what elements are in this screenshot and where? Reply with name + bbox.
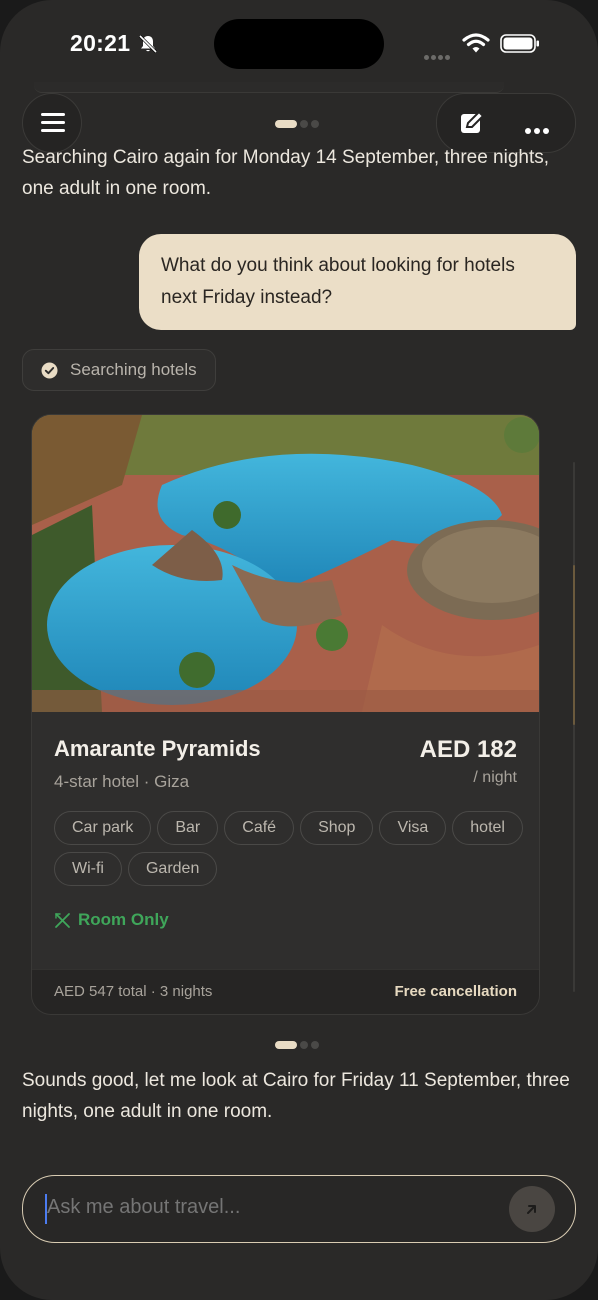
utensils-crossed-icon [55,912,70,928]
send-button[interactable] [509,1186,555,1232]
compose-icon[interactable] [459,110,485,136]
more-icon[interactable] [525,121,552,139]
page-dot [311,119,319,128]
carousel-indicator [275,1036,319,1054]
status-time: 20:21 [70,30,131,56]
amenity-tag: hotel [452,811,523,845]
chat-input-bar [22,1175,576,1243]
chat-input[interactable] [47,1196,487,1219]
previous-content-edge [34,82,504,93]
tool-status-label: Searching hotels [70,360,197,379]
check-circle-icon [41,362,58,378]
carousel-track [573,462,575,992]
battery-icon [500,34,539,53]
assistant-message: Searching Cairo again for Monday 14 Sept… [22,147,550,199]
assistant-message: Sounds good, let me look at Cairo for Fr… [22,1070,570,1122]
phone-screen: 20:21 Searching Cairo again for Monday 1… [0,0,598,1300]
carousel-dot-active[interactable] [275,1040,297,1049]
page-indicator [275,115,319,133]
amenity-tag: Garden [127,852,218,886]
amenity-tag: Café [224,811,295,845]
total-price: AED 547 total · 3 nights [54,983,213,1000]
tool-status-chip[interactable]: Searching hotels [22,349,216,391]
price-unit: / night [473,769,517,786]
hotel-name: Amarante Pyramids [54,736,261,761]
card-footer: AED 547 total · 3 nights Free cancellati… [32,969,539,1014]
carousel-dot[interactable] [311,1040,319,1049]
hotel-subtitle: 4-star hotel · Giza [54,772,190,791]
bell-muted-icon [138,34,158,54]
user-message-bubble: What do you think about looking for hote… [139,234,576,330]
amenity-tag: Wi-fi [54,852,122,886]
amenity-tag: Bar [157,811,219,845]
amenity-tag: Visa [379,811,447,845]
board-type-label: Room Only [78,910,169,929]
cancellation-policy: Free cancellation [394,983,517,1000]
amenity-tag: Car park [54,811,152,845]
arrow-up-icon [527,1205,536,1214]
signal-icon [424,47,452,65]
hotel-price: AED 182 [419,736,517,763]
carousel-scroll-thumb[interactable] [573,565,575,725]
page-dot-active [275,119,297,128]
dynamic-island [214,19,384,69]
wifi-icon [462,33,490,53]
board-type: Room Only [54,910,169,930]
amenity-tags: Car park Bar Café Shop Visa hotel Wi-fi … [54,811,524,886]
carousel-dot[interactable] [300,1040,308,1049]
hotel-photo [32,415,539,712]
amenity-tag: Shop [300,811,374,845]
hotel-card[interactable]: Amarante Pyramids 4-star hotel · Giza AE… [31,414,540,1015]
page-dot [300,119,308,128]
